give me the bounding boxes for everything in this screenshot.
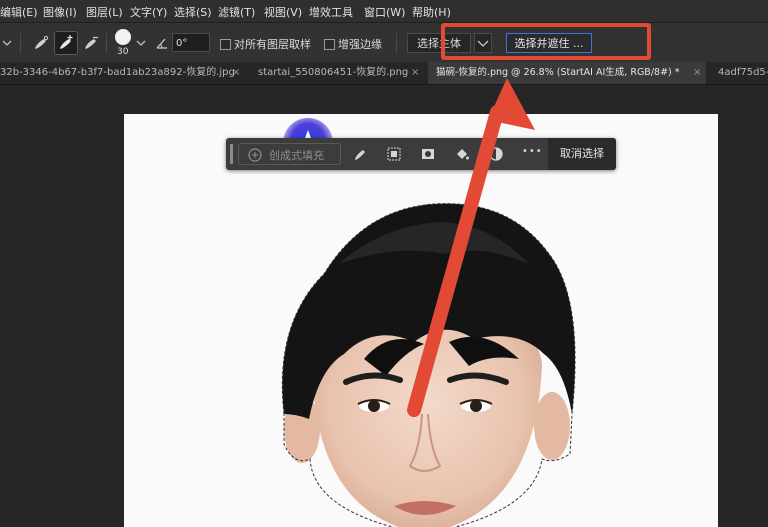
new-selection-brush-button[interactable] <box>30 32 52 54</box>
invert-selection-icon[interactable] <box>386 146 402 162</box>
brush-size-value: 30 <box>117 47 129 57</box>
subtract-from-selection-brush-button[interactable] <box>80 32 102 54</box>
menu-plugins[interactable]: 增效工具 <box>309 4 353 20</box>
menu-layer[interactable]: 图层(L) <box>86 4 123 20</box>
sample-all-layers-label: 对所有图层取样 <box>234 38 311 51</box>
close-icon[interactable]: × <box>693 62 701 84</box>
enhance-edge-label: 增强边缘 <box>338 38 382 51</box>
sample-all-layers-checkbox[interactable] <box>220 39 231 50</box>
add-to-selection-brush-button[interactable] <box>54 31 78 55</box>
menu-view[interactable]: 视图(V) <box>264 4 302 20</box>
brush-add-icon <box>60 35 73 49</box>
contextual-task-bar: 创成式填充 ••• 取消选择 <box>226 138 616 170</box>
fill-bucket-icon[interactable] <box>454 146 470 162</box>
generative-fill-icon <box>248 148 262 162</box>
brush-preview-icon[interactable] <box>115 29 131 45</box>
adjustment-circle-icon[interactable] <box>488 146 504 162</box>
menu-select[interactable]: 选择(S) <box>174 4 212 20</box>
tab-document-2[interactable]: startai_550806451-恢复的.png × <box>250 62 420 84</box>
close-icon[interactable]: × <box>411 62 419 84</box>
tab-label: 猫碗-恢复的.png @ 26.8% (StartAI AI生成, RGB/8#… <box>436 67 680 78</box>
brush-modify-icon[interactable] <box>352 146 368 162</box>
document-tab-bar: 32b-3346-4b67-b3f7-bad1ab23a892-恢复的.jpg … <box>0 62 768 85</box>
menu-filter[interactable]: 滤镜(T) <box>218 4 255 20</box>
tab-document-4[interactable]: 4adf75d5- <box>712 62 768 84</box>
menu-bar: 编辑(E) 图像(I) 图层(L) 文字(Y) 选择(S) 滤镜(T) 视图(V… <box>0 0 768 22</box>
brush-new-icon <box>35 35 49 49</box>
divider <box>396 33 397 53</box>
angle-input[interactable]: 0° <box>172 33 210 52</box>
chevron-down-icon[interactable] <box>136 39 146 47</box>
mask-icon[interactable] <box>420 146 436 162</box>
brush-subtract-icon <box>85 36 98 49</box>
deselect-button[interactable]: 取消选择 <box>548 138 616 170</box>
more-options-icon[interactable]: ••• <box>522 146 543 157</box>
divider <box>106 33 107 53</box>
chevron-down-icon[interactable] <box>2 39 12 47</box>
document-canvas[interactable] <box>124 114 718 527</box>
generative-fill-label: 创成式填充 <box>269 149 324 162</box>
angle-icon <box>156 38 167 49</box>
tab-document-active[interactable]: 猫碗-恢复的.png @ 26.8% (StartAI AI生成, RGB/8#… <box>428 62 706 84</box>
close-icon[interactable]: × <box>232 62 240 84</box>
divider <box>20 33 21 53</box>
menu-image[interactable]: 图像(I) <box>43 4 77 20</box>
tab-document-1[interactable]: 32b-3346-4b67-b3f7-bad1ab23a892-恢复的.jpg … <box>0 62 242 84</box>
tab-label: 32b-3346-4b67-b3f7-bad1ab23a892-恢复的.jpg <box>0 67 235 78</box>
tab-label: startai_550806451-恢复的.png <box>258 67 409 78</box>
generative-fill-button[interactable]: 创成式填充 <box>238 143 341 165</box>
drag-handle[interactable] <box>230 144 233 164</box>
options-bar: 30 0° 对所有图层取样 增强边缘 选择主体 选择并遮住 ... <box>0 22 768 64</box>
menu-edit[interactable]: 编辑(E) <box>0 4 38 20</box>
menu-window[interactable]: 窗口(W) <box>364 4 405 20</box>
menu-help[interactable]: 帮助(H) <box>412 4 451 20</box>
tab-label: 4adf75d5- <box>718 67 768 78</box>
annotation-highlight-box <box>441 23 651 60</box>
portrait-image <box>281 203 576 527</box>
enhance-edge-checkbox[interactable] <box>324 39 335 50</box>
menu-type[interactable]: 文字(Y) <box>130 4 167 20</box>
